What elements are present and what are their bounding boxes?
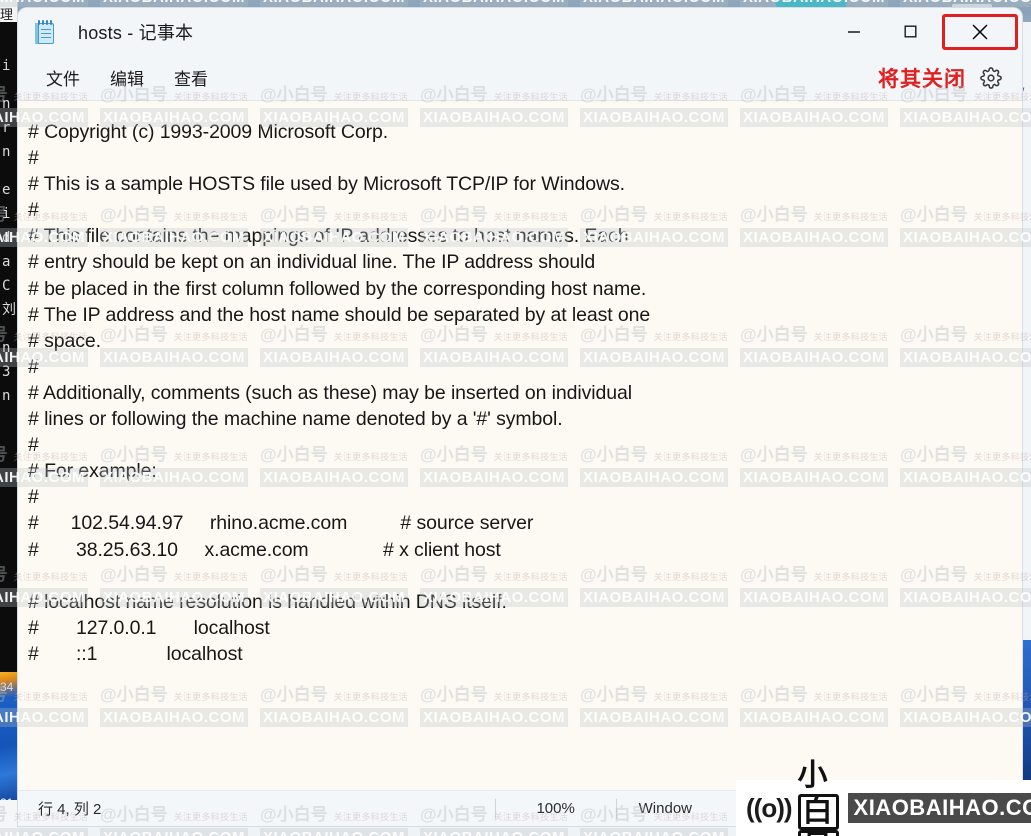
line-ending-indicator[interactable]: Window xyxy=(617,800,692,817)
background-wallpaper-right xyxy=(1022,640,1031,790)
menu-file[interactable]: 文件 xyxy=(36,61,90,94)
menu-bar: 文件 编辑 查看 将其关闭 xyxy=(18,55,1022,101)
desktop-root: 理 inrneidaC刘n3n 34 21 exe W hosts - 记事本 xyxy=(0,0,1031,836)
notepad-icon xyxy=(34,19,56,44)
background-window-fragment-label: 理 xyxy=(0,7,14,22)
console-line: r xyxy=(2,120,11,136)
console-line: i xyxy=(2,58,11,74)
gear-icon[interactable] xyxy=(980,66,1002,89)
brand-name: 小白号 xyxy=(797,750,839,836)
console-line: 3 xyxy=(2,364,11,380)
window-controls xyxy=(826,8,1022,55)
console-line: n xyxy=(2,96,11,112)
background-console-window: inrneidaC刘n3n xyxy=(0,22,18,672)
watermark-domain: XIAOBAIHAO.COM xyxy=(100,828,248,836)
taskbar-text-1: 34 xyxy=(0,680,14,694)
minimize-button[interactable] xyxy=(826,8,882,55)
broadcast-icon: ((o)) xyxy=(746,792,793,823)
console-line: n xyxy=(2,144,11,160)
menu-edit[interactable]: 编辑 xyxy=(100,61,154,94)
brand-char-1: 小 xyxy=(797,759,829,792)
cursor-position-indicator[interactable]: 行 4, 列 2 xyxy=(38,798,101,819)
brand-logo-watermark: ((o)) 小白号 XIAOBAIHAO.COM xyxy=(736,759,1031,836)
close-button[interactable] xyxy=(938,8,1022,55)
notepad-window: hosts - 记事本 文件 编辑 查看 将其关闭 # Copyright (c… xyxy=(18,8,1022,826)
console-line: d xyxy=(2,230,11,246)
console-line: C xyxy=(2,278,11,294)
brand-char-2: 白 xyxy=(797,794,839,830)
console-line: n xyxy=(2,388,11,404)
title-bar[interactable]: hosts - 记事本 xyxy=(18,8,1022,55)
console-line: i xyxy=(2,206,11,222)
menu-view[interactable]: 查看 xyxy=(164,61,218,94)
brand-domain: XIAOBAIHAO.COM xyxy=(847,793,1031,823)
watermark-domain: XIAOBAIHAO.COM xyxy=(260,828,408,836)
watermark-domain: XIAOBAIHAO.COM xyxy=(580,828,728,836)
watermark-domain: XIAOBAIHAO.COM xyxy=(420,828,568,836)
hosts-file-content[interactable]: # Copyright (c) 1993-2009 Microsoft Corp… xyxy=(28,119,1022,667)
brand-char-3: 号 xyxy=(797,830,839,836)
console-line: e xyxy=(2,182,11,198)
window-title: hosts - 记事本 xyxy=(78,22,194,43)
console-line: a xyxy=(2,254,11,270)
console-line: n xyxy=(2,340,11,356)
console-line: 刘 xyxy=(2,302,16,318)
text-editor-area[interactable]: # Copyright (c) 1993-2009 Microsoft Corp… xyxy=(18,101,1022,798)
close-annotation-text: 将其关闭 xyxy=(878,67,966,91)
desktop-bottom-strip xyxy=(0,800,18,836)
zoom-level-indicator[interactable]: 100% xyxy=(496,800,616,817)
maximize-button[interactable] xyxy=(882,8,938,55)
